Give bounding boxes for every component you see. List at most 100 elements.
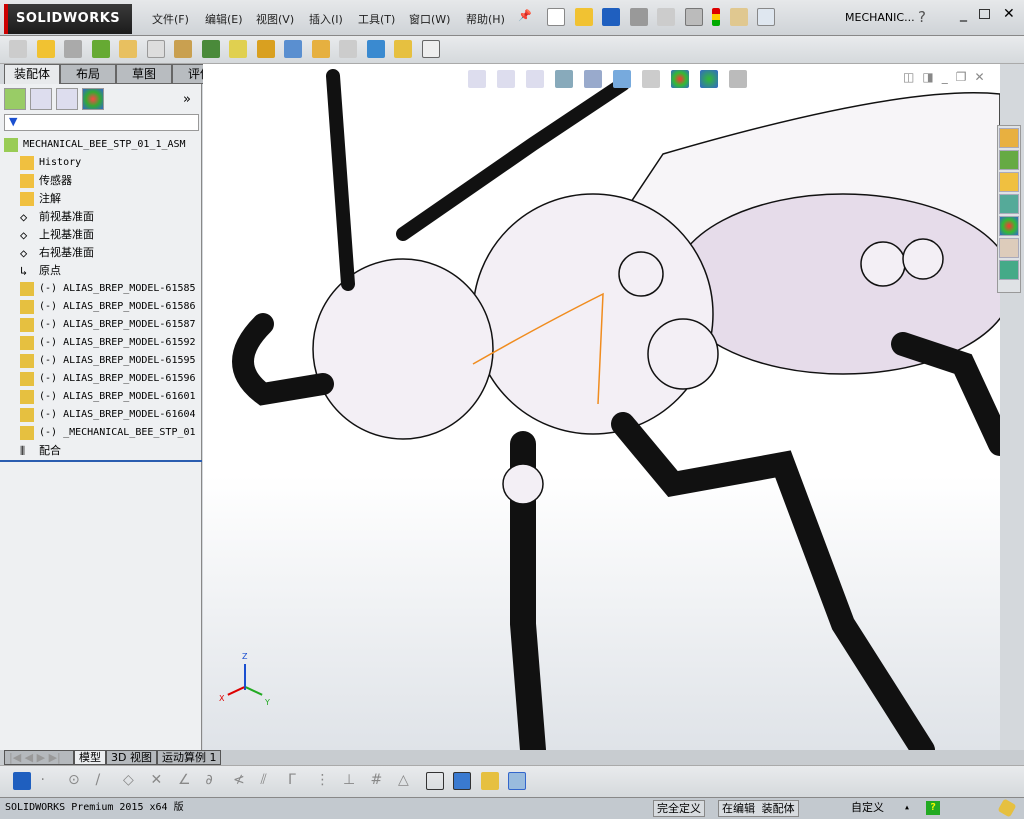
new-motion-study-icon[interactable] (256, 40, 275, 58)
tab-assembly[interactable]: 装配体 (4, 64, 60, 84)
solidworks-resources-icon[interactable] (999, 128, 1019, 148)
options-icon[interactable] (757, 8, 775, 26)
file-properties-icon[interactable] (729, 8, 748, 26)
rollback-bar[interactable] (0, 460, 202, 462)
angle-icon[interactable]: ∠ (178, 772, 196, 790)
property-manager-tab-icon[interactable] (30, 88, 52, 110)
tag-icon[interactable] (997, 798, 1017, 818)
filter-icon[interactable]: ▼ (9, 115, 17, 128)
undo-icon[interactable] (657, 8, 675, 26)
menu-insert[interactable]: 插入(I) (309, 11, 343, 27)
clearance-verification-icon[interactable] (394, 40, 412, 58)
smart-fasteners-icon[interactable] (119, 40, 137, 58)
expand-panel-button[interactable]: » (183, 92, 191, 107)
maximize-button[interactable] (979, 9, 990, 19)
interference-detection-icon[interactable] (366, 40, 385, 58)
tree-item[interactable]: (-) ALIAS_BREP_MODEL-61586 (4, 298, 200, 316)
assembly-features-icon[interactable] (201, 40, 220, 58)
menu-file[interactable]: 文件(F) (152, 11, 189, 27)
trim-icon[interactable]: ✕ (151, 772, 169, 790)
tree-filter-input[interactable]: ▼ (4, 114, 199, 131)
tree-item[interactable]: (-) _MECHANICAL_BEE_STP_01 (4, 424, 200, 442)
menu-tools[interactable]: 工具(T) (358, 11, 395, 27)
grid-icon[interactable]: # (371, 772, 389, 790)
reference-geometry-icon[interactable] (229, 40, 247, 58)
shaded-icon[interactable] (453, 772, 471, 790)
previous-view-icon[interactable] (526, 70, 544, 88)
feature-manager-tab-icon[interactable] (4, 88, 26, 110)
graphics-area[interactable]: ◫ ◨ _ ❐ ✕ Z X Y (203, 64, 1000, 750)
split-view-vertical-icon[interactable]: ◨ (922, 70, 933, 84)
help-icon[interactable]: ? (926, 801, 940, 815)
fillet-icon[interactable]: ∂ (206, 772, 224, 790)
apply-scene-icon[interactable] (700, 70, 718, 88)
tab-motion-study[interactable]: 运动算例 1 (156, 750, 222, 765)
tab-scroll-arrows[interactable]: |◀ ◀ ▶ ▶| (4, 750, 74, 765)
tree-item[interactable]: ↳ 原点 (4, 262, 200, 280)
explode-line-sketch-icon[interactable] (339, 40, 357, 58)
tree-item[interactable]: ◇ 前视基准面 (4, 208, 200, 226)
edit-appearance-icon[interactable] (671, 70, 689, 88)
menu-view[interactable]: 视图(V) (256, 11, 294, 27)
move-component-icon[interactable] (146, 40, 165, 58)
configuration-manager-tab-icon[interactable] (56, 88, 78, 110)
save-icon[interactable] (13, 772, 31, 790)
tree-item[interactable]: (-) ALIAS_BREP_MODEL-61604 (4, 406, 200, 424)
new-document-icon[interactable] (547, 8, 565, 26)
print-icon[interactable] (629, 8, 648, 26)
pin-icon[interactable]: 📌 (518, 9, 532, 22)
tree-item[interactable]: History (4, 154, 200, 172)
corner-icon[interactable]: Γ (288, 772, 306, 790)
wireframe-icon[interactable] (425, 772, 444, 790)
close-button[interactable]: ✕ (1003, 6, 1015, 22)
solidworks-logo[interactable]: SOLIDWORKS (4, 4, 132, 34)
minimize-button[interactable]: _ (960, 6, 967, 22)
units-arrow-icon[interactable]: ▴ (904, 798, 910, 818)
view-orientation-icon[interactable] (584, 70, 602, 88)
point-icon[interactable]: · (41, 772, 59, 790)
rebuild-icon[interactable] (712, 8, 720, 26)
open-icon[interactable] (574, 8, 593, 26)
exploded-view-icon[interactable] (311, 40, 330, 58)
appearances-icon[interactable] (999, 216, 1019, 236)
zoom-to-fit-icon[interactable] (468, 70, 486, 88)
file-explorer-icon[interactable] (999, 172, 1019, 192)
design-library-icon[interactable] (999, 150, 1019, 170)
view-palette-icon[interactable] (999, 194, 1019, 214)
tree-item[interactable]: (-) ALIAS_BREP_MODEL-61592 (4, 334, 200, 352)
tree-item[interactable]: (-) ALIAS_BREP_MODEL-61601 (4, 388, 200, 406)
menu-window[interactable]: 窗口(W) (409, 11, 450, 27)
tree-item[interactable]: ⫴ 配合 (4, 442, 200, 460)
zoom-area-icon[interactable] (497, 70, 515, 88)
show-hidden-icon[interactable] (174, 40, 192, 58)
circle-icon[interactable]: ⊙ (68, 772, 86, 790)
new-part-icon[interactable] (36, 40, 55, 58)
display-manager-tab-icon[interactable] (82, 88, 104, 110)
chamfer-icon[interactable]: ≮ (233, 772, 251, 790)
hide-show-icon[interactable] (642, 70, 660, 88)
insert-components-icon[interactable] (9, 40, 27, 58)
section-view-icon[interactable] (555, 70, 573, 88)
select-icon[interactable] (684, 8, 703, 26)
help-icon[interactable]: ? (918, 8, 926, 26)
tab-sketch[interactable]: 草图 (116, 64, 172, 84)
view-settings-icon[interactable] (729, 70, 747, 88)
menu-help[interactable]: 帮助(H) (466, 11, 505, 27)
line-icon[interactable]: / (96, 772, 114, 790)
measure-icon[interactable] (480, 772, 499, 790)
menu-edit[interactable]: 编辑(E) (205, 11, 243, 27)
tree-item[interactable]: 注解 (4, 190, 200, 208)
tab-layout[interactable]: 布局 (60, 64, 116, 84)
mate-icon[interactable] (64, 40, 82, 58)
save-icon[interactable] (602, 8, 620, 26)
forum-icon[interactable] (999, 260, 1019, 280)
custom-properties-icon[interactable] (999, 238, 1019, 258)
instant3d-icon[interactable] (421, 40, 440, 58)
tree-item[interactable]: (-) ALIAS_BREP_MODEL-61596 (4, 370, 200, 388)
viewport-close-icon[interactable]: ✕ (974, 70, 984, 84)
display-style-icon[interactable] (613, 70, 631, 88)
tree-item[interactable]: (-) ALIAS_BREP_MODEL-61585 (4, 280, 200, 298)
table-icon[interactable] (508, 772, 526, 790)
tree-root[interactable]: MECHANICAL_BEE_STP_01_1_ASM (4, 136, 200, 154)
offset-icon[interactable]: ⫽ (261, 772, 279, 790)
